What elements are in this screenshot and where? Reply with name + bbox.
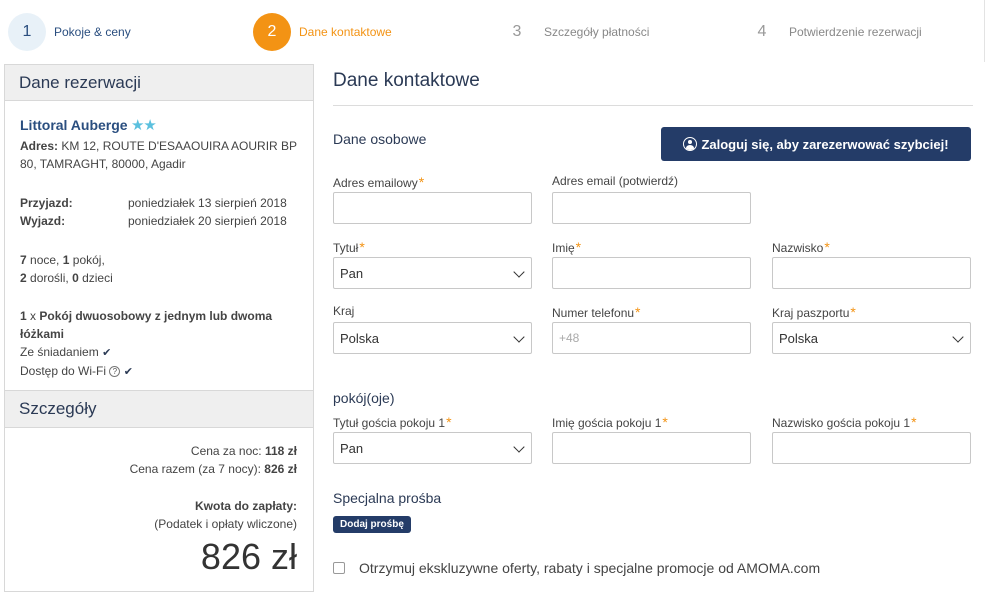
stay-summary: 7 noce, 1 pokój, 2 dorośli, 0 dzieci <box>20 253 113 285</box>
last-name-input[interactable] <box>772 257 971 289</box>
country-field-group: Kraj Polska <box>333 304 532 354</box>
passport-country-select[interactable]: Polska <box>772 322 971 354</box>
step-number: 1 <box>8 13 46 51</box>
amount-due: 826 zł <box>200 536 297 577</box>
booking-summary-title: Dane rezerwacji <box>5 65 313 101</box>
step-contact-details: 2 Dane kontaktowe <box>253 13 392 51</box>
check-icon: ✔ <box>102 347 112 359</box>
offers-checkbox[interactable] <box>333 562 345 574</box>
offers-label: Otrzymuj ekskluzywne oferty, rabaty i sp… <box>359 560 821 576</box>
chevron-down-icon <box>952 331 964 343</box>
help-icon[interactable]: ? <box>109 366 121 377</box>
add-request-button[interactable]: Dodaj prośbę <box>333 516 411 533</box>
booking-summary-panel: Dane rezerwacji Littoral Auberge ★★ Adre… <box>4 64 314 592</box>
step-number: 4 <box>757 23 767 40</box>
checkin-row: Przyjazd: poniedziałek 13 sierpień 2018 <box>20 196 287 210</box>
guest-title-field-group: Tytuł gościa pokoju 1* Pan <box>333 414 532 464</box>
progress-steps: 1 Pokoje & ceny 2 Dane kontaktowe 3 Szcz… <box>0 0 985 62</box>
guest-last-name-input[interactable] <box>772 432 971 464</box>
step-payment-details: 3 Szczegóły płatności <box>498 13 650 51</box>
email-confirm-input[interactable] <box>552 192 751 224</box>
step-number: 2 <box>253 13 291 51</box>
offers-option[interactable]: Otrzymuj ekskluzywne oferty, rabaty i sp… <box>333 560 820 576</box>
hotel-name[interactable]: Littoral Auberge <box>20 117 128 133</box>
guest-title-select[interactable]: Pan <box>333 432 532 464</box>
room-name: Pokój dwuosobowy z jednym lub dwoma łóżk… <box>20 309 273 341</box>
phone-input[interactable]: +48 <box>552 322 751 354</box>
chevron-down-icon <box>513 441 525 453</box>
rooms-title: pokój(oje) <box>333 390 395 406</box>
guest-first-name-field-group: Imię gościa pokoju 1* <box>552 414 751 464</box>
room-summary: 1 x Pokój dwuosobowy z jednym lub dwoma … <box>20 307 298 381</box>
amenity-wifi: Dostęp do Wi-Fi ? ✔ <box>20 364 133 378</box>
price-per-night: 118 zł <box>264 444 297 458</box>
page-title: Dane kontaktowe <box>333 64 973 106</box>
first-name-input[interactable] <box>552 257 751 289</box>
phone-field-group: Numer telefonu* +48 <box>552 304 751 354</box>
step-label: Szczegóły płatności <box>544 25 650 39</box>
passport-country-field-group: Kraj paszportu* Polska <box>772 304 971 354</box>
step-label: Potwierdzenie rezerwacji <box>789 25 922 39</box>
contact-form: Dane kontaktowe Dane osobowe Zaloguj się… <box>333 64 973 576</box>
email-confirm-field-group: Adres email (potwierdź) <box>552 174 751 224</box>
personal-data-title: Dane osobowe <box>333 131 427 147</box>
email-input[interactable] <box>333 192 532 224</box>
chevron-down-icon <box>513 331 525 343</box>
guest-first-name-input[interactable] <box>552 432 751 464</box>
price-total: 826 zł <box>264 462 297 476</box>
step-number: 3 <box>512 23 522 40</box>
step-rooms-prices[interactable]: 1 Pokoje & ceny <box>8 13 131 51</box>
star-rating-icon: ★★ <box>130 117 157 134</box>
title-field-group: Tytuł* Pan <box>333 239 532 289</box>
user-icon <box>683 137 698 151</box>
title-select[interactable]: Pan <box>333 257 532 289</box>
checkout-row: Wyjazd: poniedziałek 20 sierpień 2018 <box>20 214 287 228</box>
check-icon: ✔ <box>123 366 133 378</box>
step-label: Dane kontaktowe <box>299 25 392 39</box>
special-request-title: Specjalna prośba <box>333 490 442 506</box>
hotel-address: Adres: KM 12, ROUTE D'ESAAOUIRA AOURIR B… <box>20 139 297 171</box>
amount-due-label: Kwota do zapłaty: <box>194 499 297 513</box>
first-name-field-group: Imię* <box>552 239 751 289</box>
tax-note: (Podatek i opłaty wliczone) <box>154 517 297 531</box>
last-name-field-group: Nazwisko* <box>772 239 971 289</box>
amenity-breakfast: Ze śniadaniem ✔ <box>20 345 112 359</box>
country-select[interactable]: Polska <box>333 322 532 354</box>
email-field-group: Adres emailowy* <box>333 174 532 224</box>
details-title: Szczegóły <box>5 390 313 428</box>
step-confirmation: 4 Potwierdzenie rezerwacji <box>743 13 922 51</box>
step-label: Pokoje & ceny <box>54 25 131 39</box>
guest-last-name-field-group: Nazwisko gościa pokoju 1* <box>772 414 971 464</box>
price-block: Cena za noc: 118 zł Cena razem (za 7 noc… <box>129 444 297 577</box>
login-button[interactable]: Zaloguj się, aby zarezerwować szybciej! <box>661 127 971 161</box>
chevron-down-icon <box>513 266 525 278</box>
